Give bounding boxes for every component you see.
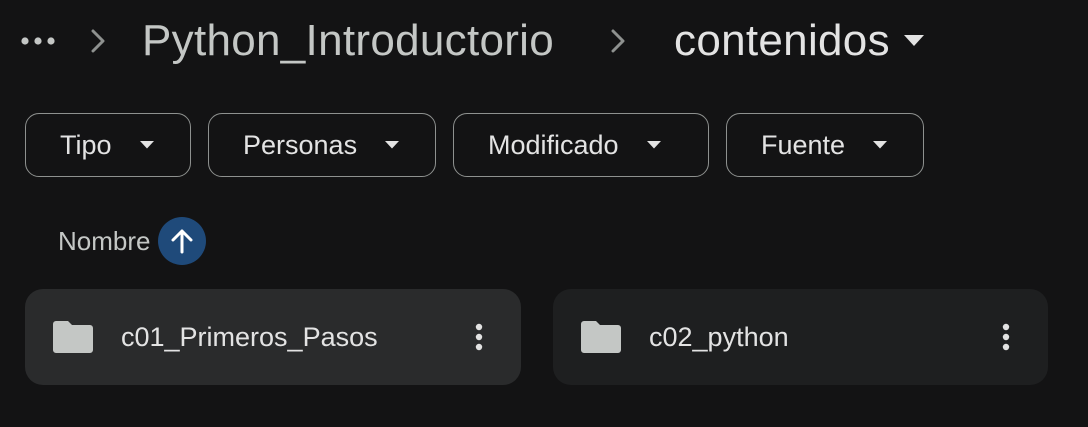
more-vert-icon[interactable] — [459, 313, 499, 361]
filter-label: Modificado — [488, 129, 619, 160]
more-vert-icon[interactable] — [986, 313, 1026, 361]
breadcrumb-current-label: contenidos — [674, 16, 890, 65]
breadcrumb-current[interactable]: contenidos — [674, 12, 924, 70]
filter-label: Fuente — [761, 129, 846, 160]
caret-down-icon — [385, 141, 400, 149]
folder-icon — [53, 321, 93, 353]
caret-down-icon — [903, 35, 924, 47]
more-horiz-icon[interactable] — [18, 21, 58, 61]
sort-label[interactable]: Nombre — [58, 226, 150, 257]
chevron-right-icon — [598, 29, 638, 53]
arrow-upward-icon[interactable] — [158, 217, 207, 265]
folder-icon — [581, 321, 621, 353]
filter-people-chip[interactable]: Personas — [208, 113, 436, 177]
folder-grid: c01_Primeros_Pasos c02_python — [25, 289, 1048, 385]
filter-label: Personas — [243, 129, 358, 160]
filter-type-chip[interactable]: Tipo — [25, 113, 191, 177]
filter-source-chip[interactable]: Fuente — [726, 113, 924, 177]
filter-label: Tipo — [60, 129, 112, 160]
filter-modified-chip[interactable]: Modificado — [453, 113, 709, 177]
drive-page: Python_Introductorio contenidos Tipo Per… — [0, 0, 1088, 427]
caret-down-icon — [646, 141, 661, 149]
folder-card[interactable]: c01_Primeros_Pasos — [25, 289, 521, 385]
caret-down-icon — [873, 141, 888, 149]
sort-header: Nombre — [58, 216, 207, 266]
folder-name: c02_python — [649, 321, 789, 352]
chevron-right-icon — [78, 29, 118, 53]
breadcrumb: Python_Introductorio contenidos — [18, 12, 924, 70]
filter-bar: Tipo Personas Modificado Fuente — [25, 113, 924, 177]
caret-down-icon — [139, 141, 154, 149]
breadcrumb-parent[interactable]: Python_Introductorio — [142, 12, 554, 70]
folder-name: c01_Primeros_Pasos — [121, 321, 378, 352]
folder-card[interactable]: c02_python — [553, 289, 1048, 385]
